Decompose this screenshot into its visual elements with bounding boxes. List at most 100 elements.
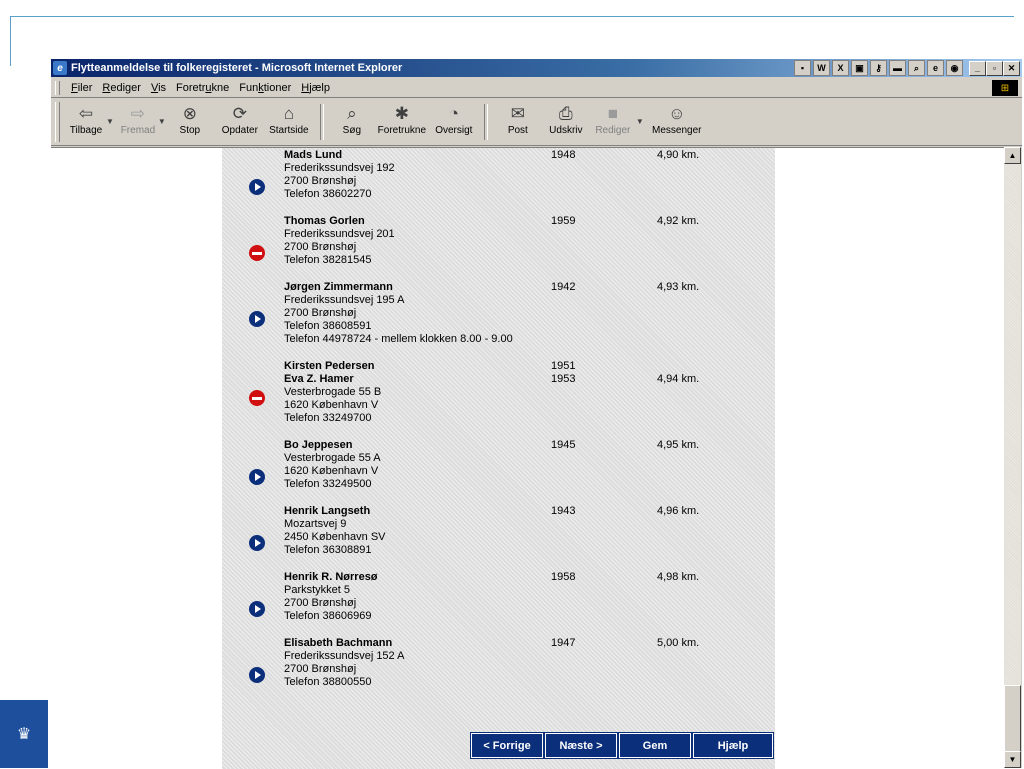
person-name: Eva Z. Hamer	[284, 373, 354, 385]
birth-year: 1947	[551, 637, 575, 650]
distance: 5,00 km.	[657, 637, 700, 649]
find-icon[interactable]: ⌕	[908, 60, 925, 76]
messenger-button[interactable]: ☺ Messenger	[648, 99, 706, 136]
person-details: Mads Lund Frederikssundsvej 192 2700 Brøns…	[284, 149, 554, 201]
tray-icons: ▪ W X ▣ ⚷ ▬ ⌕ e ◉	[794, 60, 963, 76]
year-value: 1943	[551, 505, 576, 517]
refresh-icon: ⟳	[232, 104, 247, 123]
maximize-button[interactable]: ▫	[986, 60, 1003, 76]
navigation-buttons: < Forrige Næste > Gem Hjælp	[470, 732, 774, 759]
excel-icon[interactable]: X	[832, 60, 849, 76]
birth-year: 1951 1953	[551, 360, 575, 386]
back-button[interactable]: ⇦ Tilbage	[66, 99, 106, 136]
menubar-grip[interactable]	[55, 81, 60, 95]
select-arrow-icon[interactable]	[249, 535, 265, 551]
toolbar-grip[interactable]	[55, 102, 60, 142]
browser-window: e Flytteanmeldelse til folkeregisteret -…	[51, 59, 1022, 769]
address-line: 2700 Brønshøj	[284, 597, 357, 609]
home-button[interactable]: ⌂ Startside	[264, 99, 314, 136]
toolbar: ⇦ Tilbage ▼ ⇨ Fremad ▼ ⊗ Stop ⟳ Opdater ⌂ Sta…	[51, 99, 1022, 146]
word-icon[interactable]: W	[813, 60, 830, 76]
search-icon: ⌕	[347, 104, 357, 123]
powerpoint-icon[interactable]: ▣	[851, 60, 868, 76]
distance: 4,93 km.	[657, 281, 700, 293]
help-button[interactable]: Hjælp	[692, 732, 774, 759]
close-button[interactable]: ✕	[1003, 60, 1020, 76]
address-line: Frederikssundsvej 201	[284, 228, 395, 240]
key-icon[interactable]: ⚷	[870, 60, 887, 76]
print-button[interactable]: ⎙ Udskriv	[542, 99, 590, 136]
birth-year: 1959	[551, 215, 575, 228]
search-button[interactable]: ⌕ Søg	[330, 99, 374, 136]
mail-button[interactable]: ✉ Post	[494, 99, 542, 136]
year-value: 1953	[551, 373, 576, 385]
edit-button[interactable]: ■ Rediger	[590, 99, 636, 136]
distance: 4,94 km.	[657, 373, 700, 385]
menu-edit[interactable]: Rediger	[97, 82, 146, 94]
toolbar-separator	[319, 104, 324, 140]
address-line: 2450 København SV	[284, 531, 386, 543]
person-details: Thomas Gorlen Frederikssundsvej 201 2700 B…	[284, 215, 554, 267]
menu-tools[interactable]: Funktioner	[234, 82, 296, 94]
address-line: 1620 København V	[284, 399, 379, 411]
address-line: Telefon 38606969	[284, 610, 372, 622]
select-arrow-icon[interactable]	[249, 469, 265, 485]
select-arrow-icon[interactable]	[249, 601, 265, 617]
next-button[interactable]: Næste >	[544, 732, 618, 759]
year-value: 1958	[551, 571, 576, 583]
favorites-button[interactable]: ✱ Foretrukne	[374, 99, 430, 136]
address-line: Frederikssundsvej 192	[284, 162, 395, 174]
person-details: Jørgen Zimmermann Frederikssundsvej 195 A…	[284, 281, 554, 346]
person-details: Bo Jeppesen Vesterbrogade 55 A 1620 Københ…	[284, 439, 554, 491]
address-line: Telefon 44978724 - mellem klokken 8.00 -…	[284, 333, 513, 345]
folder-icon[interactable]: ▬	[889, 60, 906, 76]
address-line: Frederikssundsvej 152 A	[284, 650, 405, 662]
globe-icon[interactable]: ◉	[946, 60, 963, 76]
page-content: Mads Lund Frederikssundsvej 192 2700 Brøns…	[51, 147, 1004, 769]
select-arrow-icon[interactable]	[249, 179, 265, 195]
history-button[interactable]: ◔ Oversigt	[430, 99, 478, 136]
address-line: 1620 København V	[284, 465, 379, 477]
menu-view[interactable]: Vis	[146, 82, 171, 94]
back-dropdown-icon[interactable]: ▼	[106, 117, 114, 126]
mail-icon: ✉	[510, 104, 525, 123]
stop-button[interactable]: ⊗ Stop	[170, 99, 210, 136]
messenger-icon: ☺	[668, 104, 686, 123]
person-name: Bo Jeppesen	[284, 439, 353, 451]
menu-favorites[interactable]: Foretrukne	[171, 82, 234, 94]
back-arrow-icon: ⇦	[78, 104, 94, 123]
forward-button[interactable]: ⇨ Fremad	[118, 99, 158, 136]
scroll-down-button[interactable]: ▼	[1004, 751, 1021, 768]
menu-file[interactable]: Filer	[66, 82, 97, 94]
address-line: 2700 Brønshøj	[284, 307, 357, 319]
person-name: Henrik R. Nørresø	[284, 571, 378, 583]
scroll-up-button[interactable]: ▲	[1004, 147, 1021, 164]
office-icon[interactable]: ▪	[794, 60, 811, 76]
select-arrow-icon[interactable]	[249, 311, 265, 327]
address-line: Vesterbrogade 55 A	[284, 452, 381, 464]
toolbar-separator	[483, 104, 488, 140]
edit-dropdown-icon[interactable]: ▼	[636, 117, 644, 126]
distance: 4,96 km.	[657, 505, 700, 517]
scroll-thumb[interactable]	[1004, 685, 1021, 752]
address-line: Mozartsvej 9	[284, 518, 347, 530]
refresh-button[interactable]: ⟳ Opdater	[216, 99, 264, 136]
city-logo-icon: ♛	[0, 700, 48, 768]
no-entry-icon	[249, 245, 265, 261]
slide-frame-top	[10, 16, 1014, 17]
select-arrow-icon[interactable]	[249, 667, 265, 683]
forward-dropdown-icon[interactable]: ▼	[158, 117, 166, 126]
minimize-button[interactable]: _	[969, 60, 986, 76]
distance: 4,98 km.	[657, 571, 700, 583]
year-value: 1947	[551, 637, 576, 649]
previous-button[interactable]: < Forrige	[470, 732, 544, 759]
distance: 4,95 km.	[657, 439, 700, 451]
distance: 4,90 km.	[657, 149, 700, 161]
history-icon: ◔	[448, 104, 459, 123]
birth-year: 1948	[551, 149, 575, 162]
save-button[interactable]: Gem	[618, 732, 692, 759]
vertical-scrollbar[interactable]: ▲ ▼	[1004, 147, 1021, 768]
address-line: Telefon 38800550	[284, 676, 372, 688]
ie-shortcut-icon[interactable]: e	[927, 60, 944, 76]
menu-help[interactable]: Hjælp	[296, 82, 335, 94]
